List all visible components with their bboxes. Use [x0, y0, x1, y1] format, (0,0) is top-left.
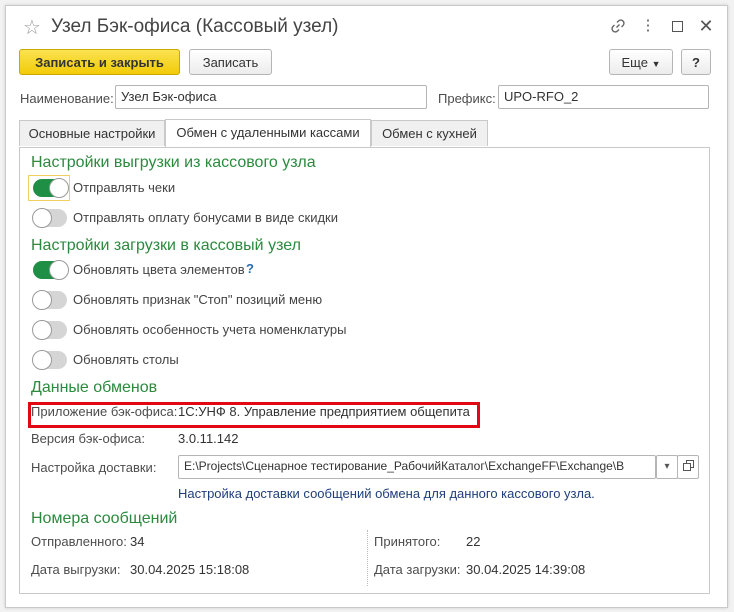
backoffice-app-label: Приложение бэк-офиса:	[31, 404, 178, 419]
download-date-value: 30.04.2025 14:39:08	[466, 562, 586, 577]
send-receipts-toggle[interactable]	[33, 178, 69, 198]
delivery-settings-label: Настройка доставки:	[31, 460, 157, 475]
backoffice-version-value: 3.0.11.142	[178, 431, 239, 446]
more-menu-button[interactable]: Еще ▼	[609, 49, 673, 75]
tab-kitchen-exchange[interactable]: Обмен с кухней	[371, 120, 488, 146]
sent-label: Отправленного:	[31, 534, 127, 549]
chevron-down-icon: ▼	[651, 59, 661, 69]
import-section-title: Настройки загрузки в кассовый узел	[31, 237, 301, 254]
column-separator	[367, 530, 368, 586]
maximize-icon[interactable]	[665, 14, 689, 38]
send-bonus-discount-toggle[interactable]	[32, 208, 67, 228]
prefix-field[interactable]: UPO-RFO_2	[498, 85, 709, 109]
download-date-label: Дата загрузки:	[374, 562, 461, 577]
backoffice-app-value: 1С:УНФ 8. Управление предприятием общепи…	[178, 404, 470, 419]
delivery-settings-link[interactable]: Настройка доставки сообщений обмена для …	[178, 486, 595, 501]
save-button[interactable]: Записать	[189, 49, 272, 75]
update-tables-toggle[interactable]	[32, 350, 67, 370]
upload-date-label: Дата выгрузки:	[31, 562, 121, 577]
update-accounting-feature-toggle[interactable]	[32, 320, 67, 340]
received-value: 22	[466, 534, 481, 549]
name-label: Наименование:	[20, 91, 114, 106]
backoffice-version-label: Версия бэк-офиса:	[31, 431, 146, 446]
more-menu-label: Еще	[621, 55, 648, 70]
favorite-star-icon[interactable]: ☆	[23, 15, 41, 40]
update-tables-label: Обновлять столы	[73, 352, 179, 367]
tab-remote-cash-exchange[interactable]: Обмен с удаленными кассами	[165, 119, 371, 147]
link-icon[interactable]	[606, 14, 630, 38]
send-receipts-label: Отправлять чеки	[73, 180, 176, 195]
sent-value: 34	[130, 534, 145, 549]
delivery-path-field[interactable]: E:\Projects\Сценарное тестирование_Рабоч…	[178, 455, 656, 479]
save-and-close-button[interactable]: Записать и закрыть	[19, 49, 180, 75]
dropdown-icon[interactable]: ▾	[656, 455, 678, 479]
update-stop-flag-toggle[interactable]	[32, 290, 67, 310]
open-icon[interactable]	[677, 455, 699, 479]
name-field[interactable]: Узел Бэк-офиса	[115, 85, 427, 109]
update-colors-toggle[interactable]	[33, 260, 69, 280]
help-button[interactable]: ?	[681, 49, 711, 75]
close-icon[interactable]: ✕	[694, 14, 718, 38]
message-numbers-section-title: Номера сообщений	[31, 510, 178, 527]
update-stop-flag-label: Обновлять признак "Стоп" позиций меню	[73, 292, 323, 307]
received-label: Принятого:	[374, 534, 441, 549]
more-options-icon[interactable]: ⋮	[636, 14, 660, 38]
exchange-data-section-title: Данные обменов	[31, 379, 158, 396]
window-title: Узел Бэк-офиса (Кассовый узел)	[51, 16, 339, 37]
send-bonus-discount-label: Отправлять оплату бонусами в виде скидки	[73, 210, 338, 225]
tab-main-settings[interactable]: Основные настройки	[19, 120, 165, 146]
dialog-window: ☆ Узел Бэк-офиса (Кассовый узел) ⋮ ✕ Зап…	[5, 5, 728, 608]
help-question-icon[interactable]: ?	[246, 261, 254, 276]
upload-date-value: 30.04.2025 15:18:08	[130, 562, 250, 577]
prefix-label: Префикс:	[438, 91, 496, 106]
export-section-title: Настройки выгрузки из кассового узла	[31, 154, 316, 171]
update-accounting-feature-label: Обновлять особенность учета номенклатуры	[73, 322, 347, 337]
update-colors-label: Обновлять цвета элементов	[73, 262, 245, 277]
